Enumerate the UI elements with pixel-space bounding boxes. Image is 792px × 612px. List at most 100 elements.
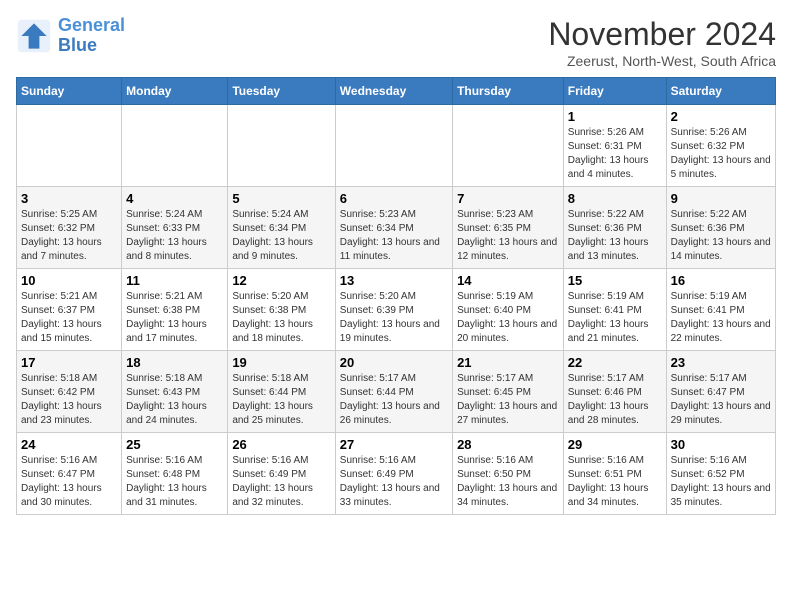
title-area: November 2024 Zeerust, North-West, South… — [548, 16, 776, 69]
day-number: 12 — [232, 273, 330, 288]
day-number: 29 — [568, 437, 662, 452]
calendar-cell: 20 Sunrise: 5:17 AM Sunset: 6:44 PM Dayli… — [335, 351, 452, 433]
calendar-cell: 2 Sunrise: 5:26 AM Sunset: 6:32 PM Daylig… — [666, 105, 775, 187]
calendar-cell: 11 Sunrise: 5:21 AM Sunset: 6:38 PM Dayli… — [122, 269, 228, 351]
day-header-sunday: Sunday — [17, 78, 122, 105]
calendar-table: SundayMondayTuesdayWednesdayThursdayFrid… — [16, 77, 776, 515]
day-number: 11 — [126, 273, 223, 288]
calendar-cell: 27 Sunrise: 5:16 AM Sunset: 6:49 PM Dayli… — [335, 433, 452, 515]
day-number: 8 — [568, 191, 662, 206]
calendar-header-row: SundayMondayTuesdayWednesdayThursdayFrid… — [17, 78, 776, 105]
day-info: Sunrise: 5:16 AM Sunset: 6:47 PM Dayligh… — [21, 454, 117, 510]
calendar-cell: 18 Sunrise: 5:18 AM Sunset: 6:43 PM Dayli… — [122, 351, 228, 433]
calendar-cell: 26 Sunrise: 5:16 AM Sunset: 6:49 PM Dayli… — [228, 433, 335, 515]
day-number: 20 — [340, 355, 448, 370]
month-title: November 2024 — [548, 16, 776, 53]
day-info: Sunrise: 5:17 AM Sunset: 6:44 PM Dayligh… — [340, 372, 448, 428]
day-number: 5 — [232, 191, 330, 206]
day-number: 10 — [21, 273, 117, 288]
calendar-cell: 12 Sunrise: 5:20 AM Sunset: 6:38 PM Dayli… — [228, 269, 335, 351]
day-info: Sunrise: 5:19 AM Sunset: 6:41 PM Dayligh… — [671, 290, 771, 346]
day-number: 26 — [232, 437, 330, 452]
day-info: Sunrise: 5:22 AM Sunset: 6:36 PM Dayligh… — [671, 208, 771, 264]
calendar-cell: 6 Sunrise: 5:23 AM Sunset: 6:34 PM Daylig… — [335, 187, 452, 269]
day-info: Sunrise: 5:16 AM Sunset: 6:50 PM Dayligh… — [457, 454, 559, 510]
day-info: Sunrise: 5:18 AM Sunset: 6:44 PM Dayligh… — [232, 372, 330, 428]
day-info: Sunrise: 5:17 AM Sunset: 6:45 PM Dayligh… — [457, 372, 559, 428]
calendar-cell: 22 Sunrise: 5:17 AM Sunset: 6:46 PM Dayli… — [563, 351, 666, 433]
day-number: 14 — [457, 273, 559, 288]
calendar-cell: 21 Sunrise: 5:17 AM Sunset: 6:45 PM Dayli… — [453, 351, 564, 433]
calendar-cell — [335, 105, 452, 187]
day-info: Sunrise: 5:22 AM Sunset: 6:36 PM Dayligh… — [568, 208, 662, 264]
calendar-cell: 9Sunrise: 5:22 AM Sunset: 6:36 PM Daylig… — [666, 187, 775, 269]
day-header-thursday: Thursday — [453, 78, 564, 105]
day-header-monday: Monday — [122, 78, 228, 105]
calendar-week-4: 17Sunrise: 5:18 AM Sunset: 6:42 PM Dayli… — [17, 351, 776, 433]
day-info: Sunrise: 5:24 AM Sunset: 6:33 PM Dayligh… — [126, 208, 223, 264]
day-info: Sunrise: 5:26 AM Sunset: 6:32 PM Dayligh… — [671, 126, 771, 182]
day-header-friday: Friday — [563, 78, 666, 105]
calendar-cell: 25 Sunrise: 5:16 AM Sunset: 6:48 PM Dayli… — [122, 433, 228, 515]
day-info: Sunrise: 5:17 AM Sunset: 6:46 PM Dayligh… — [568, 372, 662, 428]
calendar-cell: 29 Sunrise: 5:16 AM Sunset: 6:51 PM Dayli… — [563, 433, 666, 515]
day-number: 19 — [232, 355, 330, 370]
calendar-cell — [17, 105, 122, 187]
day-header-saturday: Saturday — [666, 78, 775, 105]
day-number: 21 — [457, 355, 559, 370]
day-info: Sunrise: 5:16 AM Sunset: 6:52 PM Dayligh… — [671, 454, 771, 510]
calendar-week-3: 10Sunrise: 5:21 AM Sunset: 6:37 PM Dayli… — [17, 269, 776, 351]
calendar-week-2: 3Sunrise: 5:25 AM Sunset: 6:32 PM Daylig… — [17, 187, 776, 269]
calendar-cell: 4Sunrise: 5:24 AM Sunset: 6:33 PM Daylig… — [122, 187, 228, 269]
calendar-cell: 23 Sunrise: 5:17 AM Sunset: 6:47 PM Dayli… — [666, 351, 775, 433]
day-info: Sunrise: 5:23 AM Sunset: 6:35 PM Dayligh… — [457, 208, 559, 264]
calendar-cell: 1 Sunrise: 5:26 AM Sunset: 6:31 PM Daylig… — [563, 105, 666, 187]
day-info: Sunrise: 5:23 AM Sunset: 6:34 PM Dayligh… — [340, 208, 448, 264]
day-number: 28 — [457, 437, 559, 452]
day-info: Sunrise: 5:26 AM Sunset: 6:31 PM Dayligh… — [568, 126, 662, 182]
day-info: Sunrise: 5:16 AM Sunset: 6:51 PM Dayligh… — [568, 454, 662, 510]
day-number: 25 — [126, 437, 223, 452]
calendar-cell — [228, 105, 335, 187]
day-number: 13 — [340, 273, 448, 288]
day-number: 2 — [671, 109, 771, 124]
calendar-cell — [122, 105, 228, 187]
calendar-week-1: 1 Sunrise: 5:26 AM Sunset: 6:31 PM Daylig… — [17, 105, 776, 187]
calendar-cell: 24 Sunrise: 5:16 AM Sunset: 6:47 PM Dayli… — [17, 433, 122, 515]
day-number: 6 — [340, 191, 448, 206]
day-info: Sunrise: 5:24 AM Sunset: 6:34 PM Dayligh… — [232, 208, 330, 264]
day-info: Sunrise: 5:18 AM Sunset: 6:43 PM Dayligh… — [126, 372, 223, 428]
day-info: Sunrise: 5:20 AM Sunset: 6:39 PM Dayligh… — [340, 290, 448, 346]
calendar-cell: 28 Sunrise: 5:16 AM Sunset: 6:50 PM Dayli… — [453, 433, 564, 515]
day-number: 24 — [21, 437, 117, 452]
day-info: Sunrise: 5:16 AM Sunset: 6:49 PM Dayligh… — [232, 454, 330, 510]
day-info: Sunrise: 5:17 AM Sunset: 6:47 PM Dayligh… — [671, 372, 771, 428]
calendar-cell: 15 Sunrise: 5:19 AM Sunset: 6:41 PM Dayli… — [563, 269, 666, 351]
day-number: 22 — [568, 355, 662, 370]
day-info: Sunrise: 5:16 AM Sunset: 6:48 PM Dayligh… — [126, 454, 223, 510]
day-info: Sunrise: 5:25 AM Sunset: 6:32 PM Dayligh… — [21, 208, 117, 264]
calendar-week-5: 24 Sunrise: 5:16 AM Sunset: 6:47 PM Dayli… — [17, 433, 776, 515]
day-number: 7 — [457, 191, 559, 206]
day-number: 18 — [126, 355, 223, 370]
day-number: 27 — [340, 437, 448, 452]
calendar-cell: 16 Sunrise: 5:19 AM Sunset: 6:41 PM Dayli… — [666, 269, 775, 351]
day-info: Sunrise: 5:19 AM Sunset: 6:41 PM Dayligh… — [568, 290, 662, 346]
day-info: Sunrise: 5:16 AM Sunset: 6:49 PM Dayligh… — [340, 454, 448, 510]
day-info: Sunrise: 5:21 AM Sunset: 6:38 PM Dayligh… — [126, 290, 223, 346]
day-number: 17 — [21, 355, 117, 370]
calendar-cell: 13 Sunrise: 5:20 AM Sunset: 6:39 PM Dayli… — [335, 269, 452, 351]
location: Zeerust, North-West, South Africa — [548, 53, 776, 69]
day-header-wednesday: Wednesday — [335, 78, 452, 105]
calendar-cell — [453, 105, 564, 187]
day-info: Sunrise: 5:20 AM Sunset: 6:38 PM Dayligh… — [232, 290, 330, 346]
calendar-cell: 17Sunrise: 5:18 AM Sunset: 6:42 PM Dayli… — [17, 351, 122, 433]
day-number: 23 — [671, 355, 771, 370]
calendar-cell: 19 Sunrise: 5:18 AM Sunset: 6:44 PM Dayli… — [228, 351, 335, 433]
calendar-cell: 8 Sunrise: 5:22 AM Sunset: 6:36 PM Daylig… — [563, 187, 666, 269]
calendar-cell: 14Sunrise: 5:19 AM Sunset: 6:40 PM Dayli… — [453, 269, 564, 351]
day-number: 16 — [671, 273, 771, 288]
day-number: 1 — [568, 109, 662, 124]
day-number: 15 — [568, 273, 662, 288]
calendar-cell: 30Sunrise: 5:16 AM Sunset: 6:52 PM Dayli… — [666, 433, 775, 515]
